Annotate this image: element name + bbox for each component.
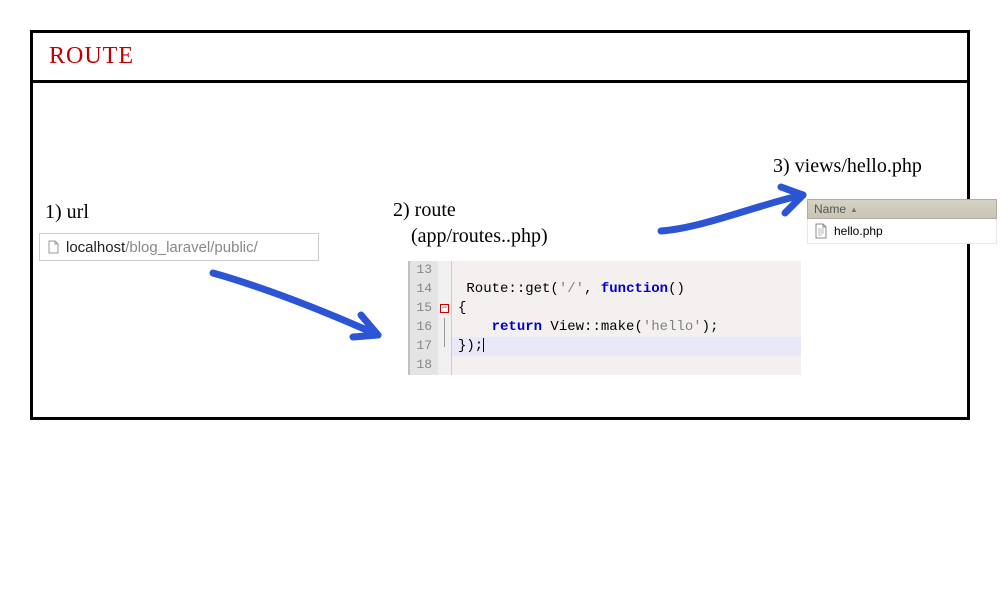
code-editor: 13 14 Route::get('/', function() 15 − { … [408, 261, 801, 375]
section2-label-2: (app/routes..php) [411, 225, 548, 248]
code-line-13: 13 [410, 261, 801, 280]
sort-asc-icon: ▲ [850, 205, 858, 214]
arrow-1-to-2 [203, 265, 403, 355]
url-bar[interactable]: localhost/blog_laravel/public/ [39, 233, 319, 261]
content-area: 1) url localhost/blog_laravel/public/ 2)… [33, 83, 967, 413]
page-icon [46, 240, 60, 254]
file-explorer: Name ▲ hello.php [807, 199, 997, 244]
code-line-18: 18 [410, 356, 801, 375]
fold-gutter [438, 261, 452, 280]
line-number: 14 [410, 280, 438, 299]
code-line-15: 15 − { [410, 299, 801, 318]
diagram-container: ROUTE 1) url localhost/blog_laravel/publ… [0, 0, 1000, 600]
file-name: hello.php [834, 224, 883, 238]
code-line-17: 17 }); [410, 337, 801, 356]
fold-gutter [438, 337, 452, 356]
fold-gutter[interactable]: − [438, 299, 452, 318]
url-path: /blog_laravel/public/ [125, 239, 258, 256]
file-row[interactable]: hello.php [807, 219, 997, 244]
section2-label-1: 2) route [393, 199, 456, 222]
code-line-14: 14 Route::get('/', function() [410, 280, 801, 299]
url-host: localhost [66, 239, 125, 256]
column-header-text: Name [814, 202, 846, 216]
line-number: 16 [410, 318, 438, 337]
php-file-icon [814, 223, 828, 239]
fold-gutter [438, 280, 452, 299]
line-number: 13 [410, 261, 438, 280]
code-line-16: 16 return View::make('hello'); [410, 318, 801, 337]
fold-gutter [438, 318, 452, 337]
title-text: ROUTE [49, 43, 134, 69]
section3-label: 3) views/hello.php [773, 155, 922, 178]
arrow-2-to-3 [653, 183, 823, 243]
title-bar: ROUTE [33, 33, 967, 83]
fold-minus-icon[interactable]: − [440, 304, 449, 313]
frame: ROUTE 1) url localhost/blog_laravel/publ… [30, 30, 970, 420]
line-number: 18 [410, 356, 438, 375]
line-number: 17 [410, 337, 438, 356]
line-number: 15 [410, 299, 438, 318]
file-header-name[interactable]: Name ▲ [807, 199, 997, 219]
fold-gutter [438, 356, 452, 375]
section1-label: 1) url [45, 201, 89, 224]
text-cursor [483, 338, 484, 352]
